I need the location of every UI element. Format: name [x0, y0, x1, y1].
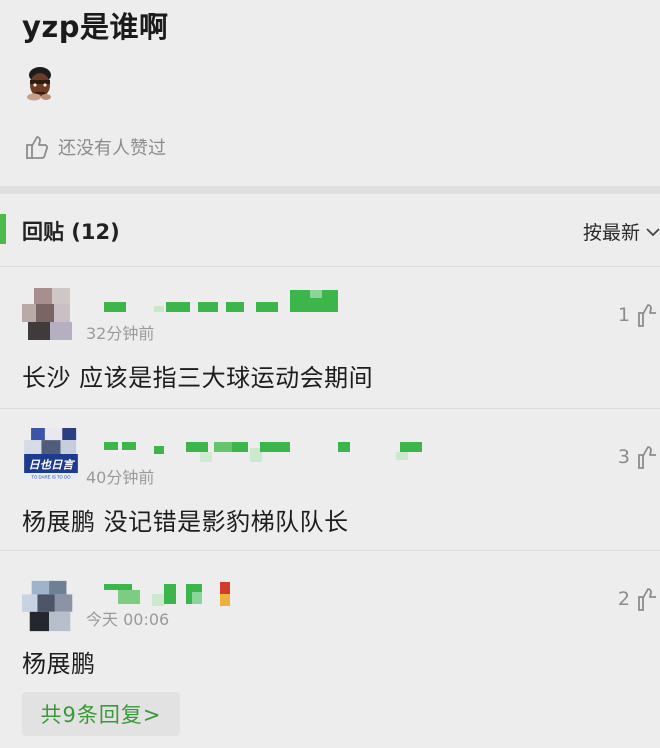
username-redacted[interactable]: [104, 436, 426, 466]
likes-status-text: 还没有人赞过: [58, 138, 166, 159]
comment-like-button[interactable]: 1: [618, 302, 660, 328]
view-replies-button[interactable]: 共9条回复>: [22, 692, 180, 736]
username-redacted[interactable]: [104, 288, 340, 314]
comment-time: 今天 00:06: [86, 610, 170, 629]
username-redacted[interactable]: [104, 580, 254, 608]
comment-text: 杨展鹏 没记错是影豹梯队队长: [22, 508, 349, 536]
thumbs-up-icon: [638, 304, 656, 327]
comment-text: 长沙 应该是指三大球运动会期间: [22, 364, 374, 392]
thinking-face-sticker-icon: [27, 67, 51, 101]
comment-like-count: 2: [617, 588, 630, 610]
comment-time: 40分钟前: [86, 468, 155, 487]
user-avatar[interactable]: [22, 580, 80, 632]
replies-title: 回贴 (12): [22, 220, 120, 244]
svg-text:日也日言: 日也日言: [28, 459, 75, 472]
comment-item: 32分钟前 长沙 应该是指三大球运动会期间 1: [0, 266, 660, 408]
post-title: yzp是谁啊: [22, 10, 169, 44]
thumbs-up-icon[interactable]: [24, 134, 50, 160]
comment-like-count: 1: [617, 304, 630, 326]
user-avatar[interactable]: 日也日言 TO DARE IS TO DO: [22, 428, 80, 480]
comment-text: 杨展鹏: [22, 650, 96, 678]
post: yzp是谁啊 还没有人赞过: [0, 0, 660, 186]
comment-like-count: 3: [617, 446, 630, 468]
sort-dropdown[interactable]: 按最新: [583, 218, 660, 245]
section-accent-bar: [0, 214, 6, 244]
comment-item: 日也日言 TO DARE IS TO DO 40分钟前 杨展鹏 没记错是影豹梯队…: [0, 408, 660, 550]
comment-like-button[interactable]: 2: [618, 586, 660, 612]
user-avatar[interactable]: [22, 288, 80, 340]
comment-time: 32分钟前: [86, 324, 155, 343]
thumbs-up-icon: [638, 446, 656, 469]
chevron-down-icon: [646, 227, 660, 236]
replies-header: 回贴 (12) 按最新: [0, 194, 660, 266]
section-divider: [0, 186, 660, 194]
thumbs-up-icon: [638, 588, 656, 611]
post-like-area[interactable]: 还没有人赞过: [24, 132, 166, 162]
sort-label: 按最新: [582, 222, 640, 244]
avatar-badge-text: TO DARE IS TO DO: [31, 474, 71, 479]
comment-like-button[interactable]: 3: [618, 444, 660, 470]
